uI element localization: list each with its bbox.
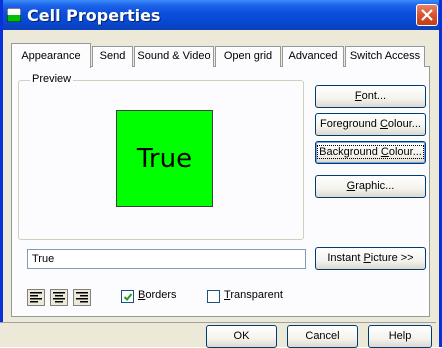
cancel-button[interactable]: Cancel — [287, 325, 358, 348]
tab-advanced[interactable]: Advanced — [282, 46, 344, 67]
align-center-button[interactable] — [50, 289, 68, 306]
instant-picture-button[interactable]: Instant Picture >> — [315, 247, 426, 270]
align-right-icon — [76, 292, 88, 303]
tab-switch-access[interactable]: Switch Access — [345, 46, 425, 67]
foreground-colour-button[interactable]: Foreground Colour... — [315, 113, 426, 136]
graphic-button[interactable]: Graphic... — [315, 175, 426, 198]
borders-label[interactable]: Borders — [138, 289, 177, 301]
close-icon — [421, 9, 433, 21]
checkmark-icon — [123, 293, 133, 301]
transparent-label[interactable]: Transparent — [224, 289, 283, 301]
close-button[interactable] — [416, 4, 438, 26]
preview-cell: True — [116, 110, 213, 207]
help-button[interactable]: Help — [368, 325, 432, 348]
tab-send[interactable]: Send — [92, 46, 133, 67]
align-center-icon — [53, 292, 65, 303]
background-colour-button[interactable]: Background Colour... — [315, 141, 426, 164]
align-left-button[interactable] — [27, 289, 45, 306]
tab-sound-video[interactable]: Sound & Video — [134, 46, 214, 67]
title-bar[interactable]: Cell Properties — [3, 0, 439, 30]
tab-appearance[interactable]: Appearance — [11, 43, 91, 68]
align-left-icon — [30, 292, 42, 303]
window-title: Cell Properties — [27, 6, 161, 25]
transparent-checkbox[interactable] — [207, 290, 220, 303]
ok-button[interactable]: OK — [206, 325, 277, 348]
preview-group-label: Preview — [30, 73, 74, 85]
align-right-button[interactable] — [73, 289, 91, 306]
tab-open-grid[interactable]: Open grid — [215, 46, 281, 67]
cell-app-icon — [6, 7, 22, 23]
preview-cell-text: True — [136, 143, 193, 174]
font-button[interactable]: Font... — [315, 85, 426, 108]
cell-text-input[interactable]: True — [27, 249, 306, 269]
borders-checkbox[interactable] — [121, 290, 134, 303]
